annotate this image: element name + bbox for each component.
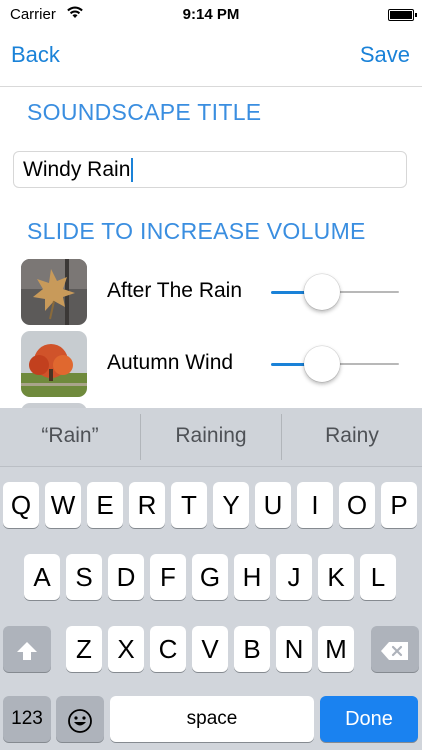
autumn-tree-thumbnail-image [21,331,87,397]
sound-name: After The Rain [107,279,243,302]
slider-track-filled [271,291,306,294]
back-button[interactable]: Back [11,42,60,68]
shift-arrow-icon [16,641,38,661]
key-p[interactable]: P [381,482,417,528]
quicktype-bar: “Rain” Raining Rainy [0,408,422,467]
space-key[interactable]: space [110,696,314,742]
volume-slider[interactable] [271,274,399,310]
slider-knob[interactable] [304,274,340,310]
key-i[interactable]: I [297,482,333,528]
key-d[interactable]: D [108,554,144,600]
navigation-bar: Back Save [0,30,422,87]
key-q[interactable]: Q [3,482,39,528]
key-f[interactable]: F [150,554,186,600]
emoji-icon [67,708,93,734]
sound-name: Autumn Wind [107,351,234,374]
delete-key[interactable] [371,626,419,672]
key-n[interactable]: N [276,626,312,672]
slider-knob[interactable] [304,346,340,382]
suggestion-1[interactable]: “Rain” [0,408,140,466]
key-t[interactable]: T [171,482,207,528]
key-l[interactable]: L [360,554,396,600]
key-b[interactable]: B [234,626,270,672]
backspace-icon [380,641,410,661]
sound-row-after-the-rain: After The Rain [21,259,411,325]
sound-row-autumn-wind: Autumn Wind [21,331,411,397]
key-h[interactable]: H [234,554,270,600]
numbers-key[interactable]: 123 [3,696,51,742]
key-j[interactable]: J [276,554,312,600]
key-u[interactable]: U [255,482,291,528]
slider-track-filled [271,363,306,366]
key-z[interactable]: Z [66,626,102,672]
keyboard: “Rain” Raining Rainy Q W E R T Y U I O P… [0,408,422,750]
key-k[interactable]: K [318,554,354,600]
key-w[interactable]: W [45,482,81,528]
save-button[interactable]: Save [360,42,410,68]
title-input-value: Windy Rain [23,158,131,181]
soundscape-title-header: SOUNDSCAPE TITLE [27,99,262,125]
key-y[interactable]: Y [213,482,249,528]
clock: 9:14 PM [182,6,240,23]
volume-slider[interactable] [271,346,399,382]
key-c[interactable]: C [150,626,186,672]
key-x[interactable]: X [108,626,144,672]
leaf-thumbnail-image [21,259,87,325]
suggestion-3[interactable]: Rainy [282,408,422,466]
key-e[interactable]: E [87,482,123,528]
key-m[interactable]: M [318,626,354,672]
done-key[interactable]: Done [320,696,418,742]
shift-key[interactable] [3,626,51,672]
key-g[interactable]: G [192,554,228,600]
battery-icon [388,9,417,21]
emoji-key[interactable] [56,696,104,742]
volume-section-header: SLIDE TO INCREASE VOLUME [27,218,366,244]
key-v[interactable]: V [192,626,228,672]
text-caret [131,158,134,183]
key-s[interactable]: S [66,554,102,600]
key-o[interactable]: O [339,482,375,528]
key-a[interactable]: A [24,554,60,600]
key-r[interactable]: R [129,482,165,528]
status-bar: Carrier 9:14 PM [0,0,422,30]
soundscape-title-input[interactable]: Windy Rain [13,151,407,188]
suggestion-2[interactable]: Raining [141,408,281,466]
